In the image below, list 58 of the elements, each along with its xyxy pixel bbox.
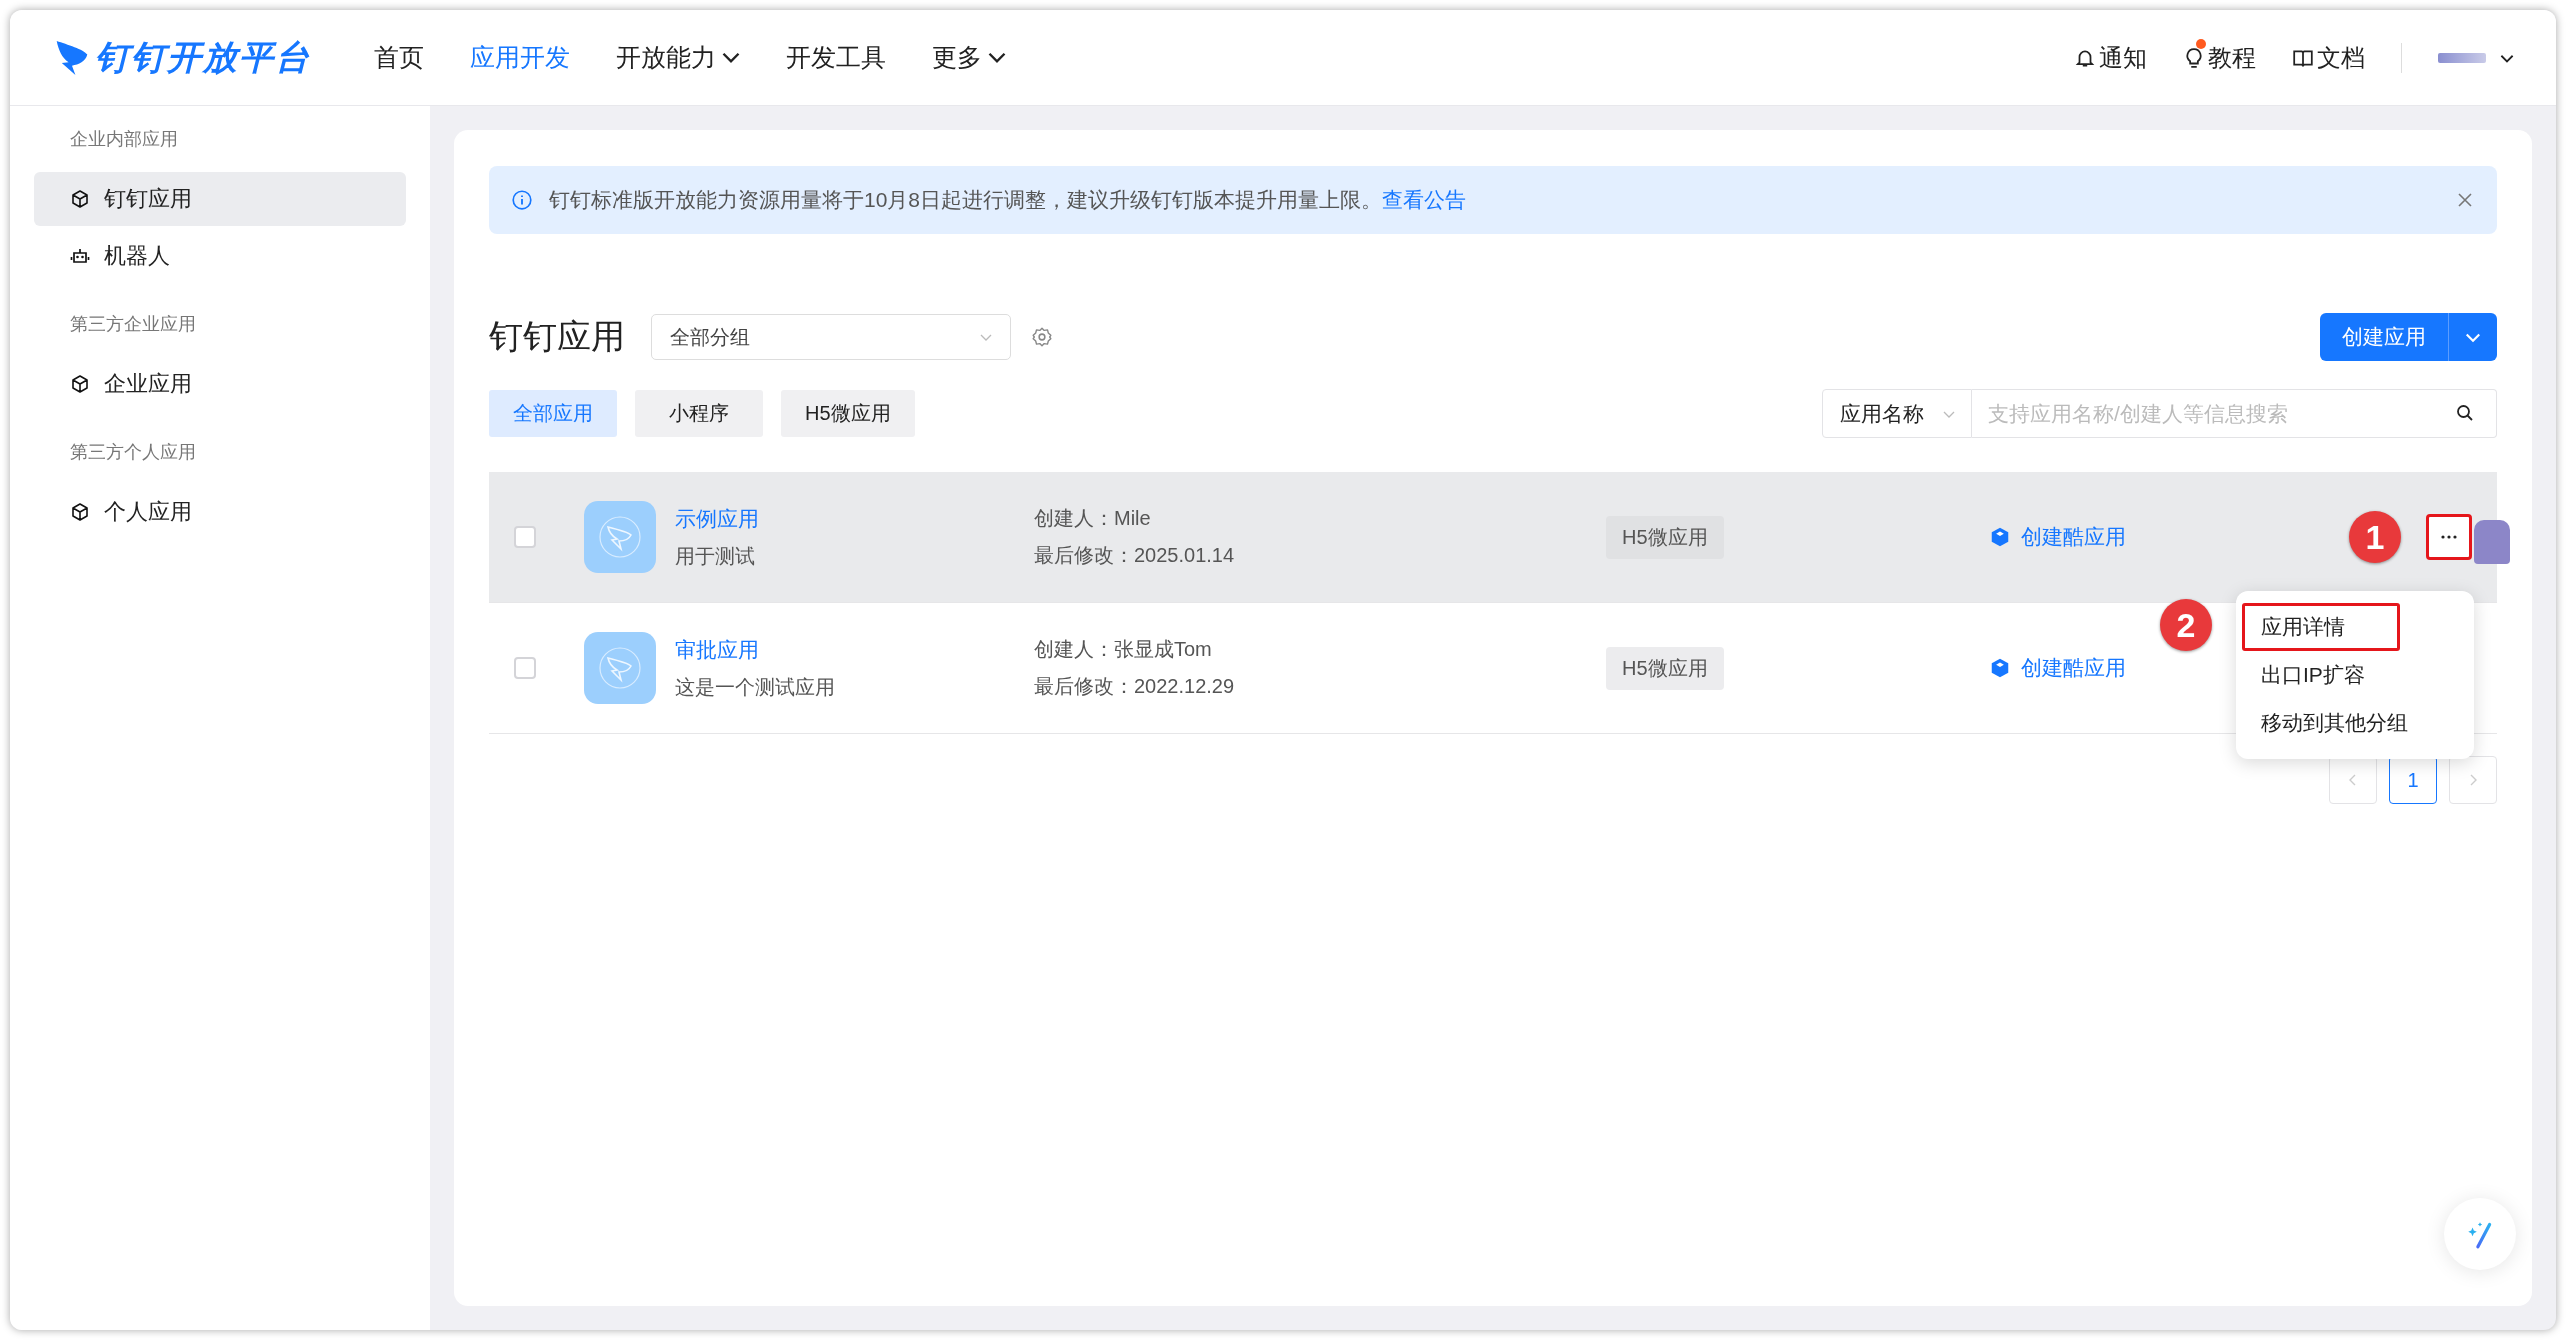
app-icon	[584, 632, 656, 704]
nav-item[interactable]: 应用开发	[447, 41, 593, 74]
checkbox[interactable]	[514, 526, 536, 548]
app-icon	[584, 501, 656, 573]
search-field[interactable]: 支持应用名称/创建人等信息搜索	[1972, 389, 2497, 438]
create-cool-app-link[interactable]: 创建酷应用	[1989, 654, 2126, 682]
creator-text: 创建人：Mile	[1034, 506, 1151, 531]
cube-icon	[70, 189, 90, 209]
sidebar-section-title: 企业内部应用	[69, 128, 179, 151]
creator-text: 创建人：张显成Tom	[1034, 637, 1212, 662]
nav-item[interactable]: 开发工具	[763, 41, 909, 74]
app-type-tag: H5微应用	[1606, 515, 1724, 559]
filter-tab[interactable]: 小程序	[635, 390, 763, 437]
sidebar-item[interactable]: 个人应用	[34, 485, 406, 539]
sidebar-section-title: 第三方企业应用	[69, 313, 197, 336]
step-marker: 2	[2160, 599, 2212, 651]
search-icon	[2455, 403, 2475, 423]
modified-date: 最后修改：2025.01.14	[1034, 543, 1235, 568]
menu-item[interactable]: 出口IP扩容	[2242, 651, 2384, 699]
more-icon	[2439, 534, 2459, 540]
filter-tab[interactable]: H5微应用	[781, 390, 915, 437]
header-link[interactable]: 文档	[2292, 41, 2365, 74]
cube-icon	[1989, 657, 2011, 679]
sidebar-item[interactable]: 机器人	[34, 229, 406, 283]
modified-date: 最后修改：2022.12.29	[1034, 674, 1235, 699]
cube-icon	[70, 502, 90, 522]
nav-item[interactable]: 更多	[909, 41, 1029, 74]
mascot-placeholder	[2474, 520, 2510, 564]
sidebar-section-title: 第三方个人应用	[69, 441, 197, 464]
more-button[interactable]	[2426, 514, 2472, 560]
sidebar-item[interactable]: 企业应用	[34, 357, 406, 411]
app-description: 用于测试	[675, 543, 755, 569]
header-link[interactable]: 教程	[2183, 41, 2256, 74]
settings-icon[interactable]	[1031, 326, 1053, 348]
page-title: 钉钉应用	[489, 316, 625, 357]
bulb-icon	[2183, 46, 2205, 69]
app-description: 这是一个测试应用	[675, 674, 835, 700]
menu-item[interactable]: 应用详情	[2242, 603, 2400, 651]
sidebar-item[interactable]: 钉钉应用	[34, 172, 406, 226]
checkbox[interactable]	[514, 657, 536, 679]
create-app-button[interactable]: 创建应用	[2320, 313, 2497, 361]
app-row[interactable]: 示例应用 用于测试 创建人：Mile 最后修改：2025.01.14 H5微应用 创建酷应用 1	[489, 472, 2497, 603]
app-type-tag: H5微应用	[1606, 646, 1724, 690]
nav-item[interactable]: 开放能力	[593, 41, 763, 74]
cube-icon	[1989, 526, 2011, 548]
notice-text: 钉钉标准版开放能力资源用量将于10月8日起进行调整，建议升级钉钉版本提升用量上限。查看公告	[549, 187, 1467, 213]
step-marker: 1	[2349, 511, 2401, 563]
nav-item[interactable]: 首页	[351, 41, 447, 74]
app-name-link[interactable]: 审批应用	[675, 635, 759, 664]
account-logo-placeholder[interactable]	[2438, 52, 2486, 63]
robot-icon	[70, 246, 90, 266]
notice-link[interactable]: 查看公告	[1382, 188, 1467, 211]
group-select[interactable]: 全部分组	[651, 314, 1011, 360]
info-icon	[511, 189, 533, 211]
search-field-select[interactable]: 应用名称	[1822, 389, 1972, 438]
header-link[interactable]: 通知	[2074, 41, 2147, 74]
brand-name[interactable]: 钉钉开放平台	[95, 34, 311, 81]
cube-icon	[70, 374, 90, 394]
